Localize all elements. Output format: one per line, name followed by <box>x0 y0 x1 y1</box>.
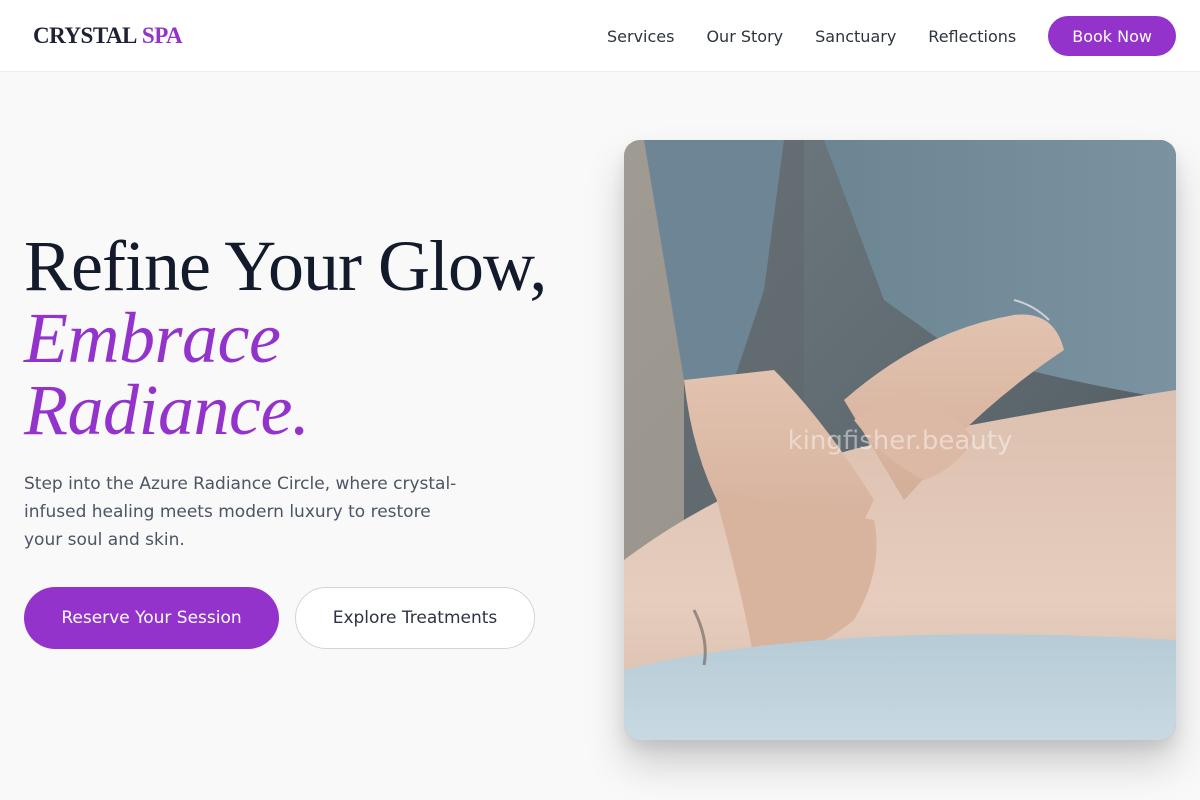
book-now-button[interactable]: Book Now <box>1048 16 1176 56</box>
logo[interactable]: CRYSTAL SPA <box>33 22 183 50</box>
nav-link-our-story[interactable]: Our Story <box>706 27 783 46</box>
hero-title-line-1: Refine Your Glow, <box>24 226 547 306</box>
nav-link-reflections[interactable]: Reflections <box>928 27 1016 46</box>
site-header: CRYSTAL SPA Services Our Story Sanctuary … <box>0 0 1200 72</box>
nav-link-sanctuary[interactable]: Sanctuary <box>815 27 896 46</box>
logo-accent-text: SPA <box>141 23 183 48</box>
nav-link-services[interactable]: Services <box>607 27 674 46</box>
logo-main-text: CRYSTAL <box>33 23 137 48</box>
explore-treatments-button[interactable]: Explore Treatments <box>295 587 535 649</box>
hero-title: Refine Your Glow, Embrace Radiance. <box>24 230 604 446</box>
reserve-session-button[interactable]: Reserve Your Session <box>24 587 279 649</box>
main-nav: Services Our Story Sanctuary Reflections… <box>607 16 1176 56</box>
hero-title-line-2: Embrace <box>24 298 281 378</box>
hero-description: Step into the Azure Radiance Circle, whe… <box>24 474 457 550</box>
hero-title-line-3: Radiance. <box>24 370 310 450</box>
hero-massage-image: kingfisher.beauty <box>624 140 1176 740</box>
image-watermark: kingfisher.beauty <box>787 426 1013 456</box>
